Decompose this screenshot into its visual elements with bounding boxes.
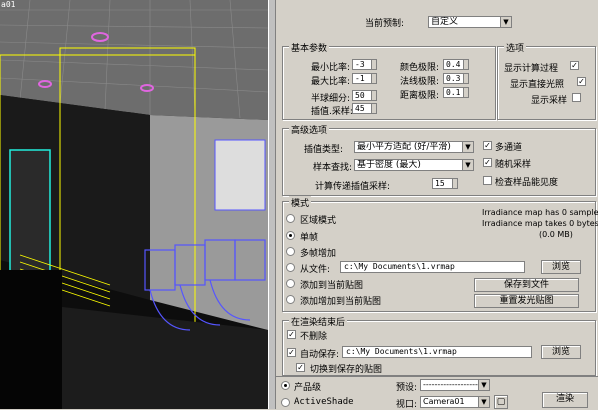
randomize-label: 随机采样 xyxy=(495,160,532,170)
hsph-label: 半球细分: xyxy=(311,94,351,104)
auto-save-browse-button[interactable]: 浏览 xyxy=(541,345,581,359)
viewport-select-label: 视口: xyxy=(396,400,418,410)
reset-map-button[interactable]: 重置发光贴图 xyxy=(474,294,579,308)
interp-samples-label: 插值.采样: xyxy=(311,107,353,117)
calc-pass-spinner[interactable]: 15 xyxy=(432,178,458,189)
show-direct-label: 显示直接光照 xyxy=(510,80,565,90)
distance-threshold-label: 距离极限: xyxy=(400,91,440,101)
irradiance-info-samples: Irradiance map has 0 samples xyxy=(482,208,598,217)
interp-type-dropdown[interactable]: 最小平方适配 (好/平滑) ▼ xyxy=(354,141,474,153)
color-threshold-label: 颜色极限: xyxy=(400,63,440,73)
min-rate-spinner[interactable]: -3 xyxy=(352,59,377,70)
max-rate-spinner[interactable]: -1 xyxy=(352,73,377,84)
current-preset-dropdown[interactable]: 自定义 ▼ xyxy=(428,16,512,28)
auto-save-path-field[interactable]: c:\My Documents\1.vrmap xyxy=(342,346,532,358)
sample-lookup-dropdown[interactable]: 基于密度 (最大) ▼ xyxy=(354,159,474,171)
auto-save-checkbox[interactable]: ✓ xyxy=(287,348,296,357)
browse-button[interactable]: 浏览 xyxy=(541,260,581,274)
sample-lookup-label: 样本查找: xyxy=(313,163,353,173)
activeshade-radio[interactable] xyxy=(281,398,290,407)
bottom-divider xyxy=(276,376,598,377)
lock-icon[interactable]: ▢ xyxy=(494,395,508,409)
single-frame-label: 单帧 xyxy=(300,233,319,243)
scene-render xyxy=(0,0,268,409)
hsph-spinner[interactable]: 50 xyxy=(352,90,377,101)
check-visibility-label: 检查样品能见度 xyxy=(495,178,559,188)
options-title: 选项 xyxy=(504,41,527,54)
chevron-down-icon: ▼ xyxy=(462,142,473,152)
check-visibility-checkbox[interactable] xyxy=(483,176,492,185)
mode-title: 模式 xyxy=(289,196,312,209)
add-incremental-label: 添加增加到当前贴图 xyxy=(300,297,382,307)
dont-delete-checkbox[interactable]: ✓ xyxy=(287,330,296,339)
block-mode-radio[interactable] xyxy=(286,214,295,223)
interp-type-value: 最小平方适配 (好/平滑) xyxy=(357,142,451,152)
sample-lookup-value: 基于密度 (最大) xyxy=(357,160,421,170)
production-label: 产品级 xyxy=(294,383,322,393)
add-to-current-radio[interactable] xyxy=(286,279,295,288)
preset-label: 预设: xyxy=(396,383,418,393)
single-frame-radio[interactable] xyxy=(286,231,295,240)
from-file-label: 从文件: xyxy=(300,265,331,275)
advanced-title: 高级选项 xyxy=(289,123,330,136)
from-file-radio[interactable] xyxy=(286,263,295,272)
normal-threshold-label: 法线极限: xyxy=(400,77,440,87)
from-file-path-field[interactable]: c:\My Documents\1.vrmap xyxy=(340,261,525,273)
interp-samples-spinner[interactable]: 45 xyxy=(352,103,377,114)
chevron-down-icon: ▼ xyxy=(462,160,473,170)
chevron-down-icon: ▼ xyxy=(500,17,511,27)
multipass-label: 多通道 xyxy=(495,143,523,153)
color-threshold-spinner[interactable]: 0.4 xyxy=(443,59,469,70)
block-mode-label: 区域模式 xyxy=(300,216,337,226)
show-calc-label: 显示计算过程 xyxy=(504,64,559,74)
basic-params-title: 基本参数 xyxy=(289,41,330,54)
preset-value: -------------------- xyxy=(423,380,481,389)
min-rate-label: 最小比率: xyxy=(311,63,351,73)
show-direct-checkbox[interactable]: ✓ xyxy=(577,77,586,86)
preset-dropdown[interactable]: -------------------- ▼ xyxy=(420,379,490,391)
save-to-file-button[interactable]: 保存到文件 xyxy=(474,278,579,292)
add-to-current-label: 添加到当前贴图 xyxy=(300,281,364,291)
irradiance-info-mb: (0.0 MB) xyxy=(539,230,573,239)
switch-to-saved-checkbox[interactable]: ✓ xyxy=(296,363,305,372)
auto-save-label: 自动保存: xyxy=(300,350,340,360)
current-preset-value: 自定义 xyxy=(431,17,459,27)
chevron-down-icon: ▼ xyxy=(478,380,489,390)
switch-to-saved-label: 切换到保存的贴图 xyxy=(310,365,383,375)
show-samples-label: 显示采样 xyxy=(531,96,568,106)
max-rate-label: 最大比率: xyxy=(311,77,351,87)
distance-threshold-spinner[interactable]: 0.1 xyxy=(443,87,469,98)
irradiance-info-bytes: Irradiance map takes 0 bytes xyxy=(482,219,598,228)
show-calc-checkbox[interactable]: ✓ xyxy=(570,61,579,70)
activeshade-label: ActiveShade xyxy=(294,397,354,407)
viewport-label: a01 xyxy=(1,0,16,9)
randomize-checkbox[interactable]: ✓ xyxy=(483,158,492,167)
after-render-title: 在渲染结束后 xyxy=(289,315,348,328)
production-radio[interactable] xyxy=(281,381,290,390)
camera-viewport[interactable]: a01 xyxy=(0,0,268,409)
current-preset-label: 当前预制: xyxy=(365,19,405,29)
multi-frame-label: 多帧增加 xyxy=(300,249,337,259)
interp-type-label: 插值类型: xyxy=(304,145,344,155)
viewport-value: Camera01 xyxy=(423,397,465,406)
render-button[interactable]: 渲染 xyxy=(542,392,588,408)
show-samples-checkbox[interactable] xyxy=(572,93,581,102)
chevron-down-icon: ▼ xyxy=(478,397,489,407)
calc-pass-label: 计算传递插值采样: xyxy=(315,182,391,192)
dont-delete-label: 不删除 xyxy=(300,332,328,342)
multipass-checkbox[interactable]: ✓ xyxy=(483,141,492,150)
normal-threshold-spinner[interactable]: 0.3 xyxy=(443,73,469,84)
add-incremental-radio[interactable] xyxy=(286,295,295,304)
viewport-dropdown[interactable]: Camera01 ▼ xyxy=(420,396,490,408)
render-settings-panel: 当前预制: 自定义 ▼ 基本参数 最小比率: -3 最大比率: -1 半球细分: … xyxy=(275,0,598,410)
multi-frame-radio[interactable] xyxy=(286,247,295,256)
